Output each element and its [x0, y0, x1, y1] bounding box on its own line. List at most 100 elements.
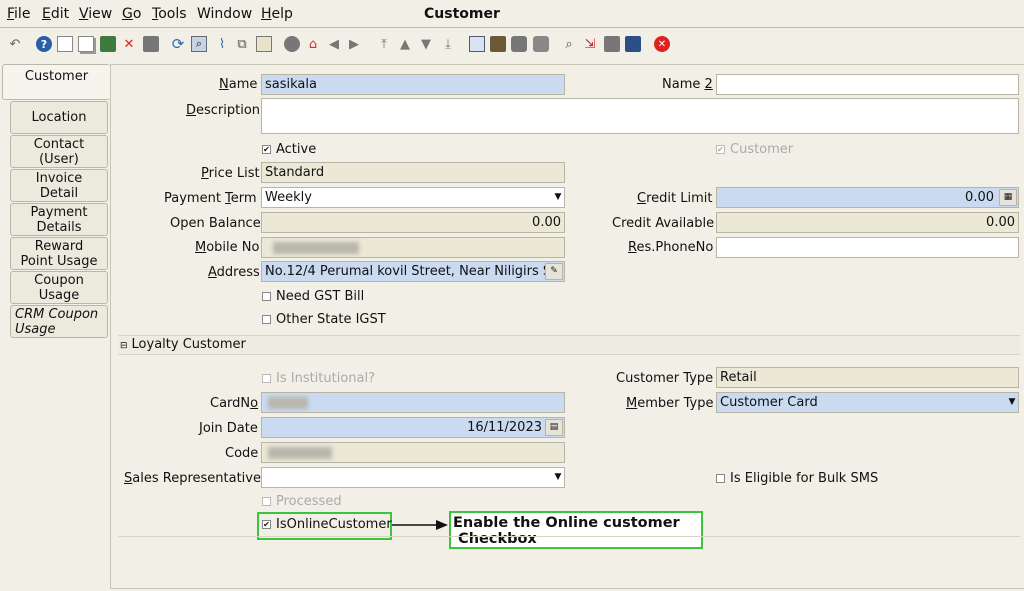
- customer-label: Customer: [730, 142, 794, 157]
- description-field[interactable]: [261, 98, 1019, 134]
- bulk-sms-checkbox[interactable]: Is Eligible for Bulk SMS: [716, 471, 878, 486]
- menu-help[interactable]: Help: [261, 6, 293, 22]
- refresh-icon[interactable]: ⟳: [170, 35, 186, 53]
- chevron-down-icon[interactable]: ▼: [552, 468, 564, 487]
- credit-limit-value: 0.00: [965, 190, 994, 205]
- menu-go[interactable]: Go: [122, 6, 141, 22]
- member-type-select[interactable]: Customer Card ▼: [716, 392, 1019, 413]
- member-type-value: Customer Card: [720, 395, 818, 410]
- report-icon[interactable]: [469, 36, 485, 52]
- customer-type-value: Retail: [720, 370, 757, 385]
- menu-edit[interactable]: Edit: [42, 6, 69, 22]
- credit-limit-field[interactable]: 0.00 ▦: [716, 187, 1019, 208]
- tab-reward-point-usage[interactable]: Reward Point Usage: [10, 237, 108, 270]
- last-icon[interactable]: ⤓: [440, 36, 456, 52]
- redacted-value: [268, 447, 332, 459]
- find-icon[interactable]: ⌕: [191, 36, 207, 52]
- res-phone-field[interactable]: [716, 237, 1019, 258]
- name-field[interactable]: sasikala: [261, 74, 565, 95]
- join-date-field[interactable]: 16/11/2023 ▤: [261, 417, 565, 438]
- delete-icon[interactable]: ✕: [121, 36, 137, 52]
- copy-icon[interactable]: [78, 36, 94, 52]
- chevron-down-icon[interactable]: ▼: [552, 188, 564, 207]
- open-balance-value: 0.00: [532, 215, 561, 230]
- active-checkbox[interactable]: ✔ Active: [262, 142, 316, 157]
- undo-icon[interactable]: ↶: [7, 36, 23, 52]
- first-icon[interactable]: ⤒: [376, 36, 392, 52]
- sales-rep-select[interactable]: ▼: [261, 467, 565, 488]
- checkmark-icon: ✔: [262, 145, 271, 154]
- tab-payment-details[interactable]: Payment Details: [10, 203, 108, 236]
- need-gst-checkbox[interactable]: Need GST Bill: [262, 289, 364, 304]
- new-icon[interactable]: [57, 36, 73, 52]
- back-icon[interactable]: ◀: [326, 36, 342, 52]
- processed-checkbox: Processed: [262, 494, 342, 509]
- address-label: Address: [208, 265, 260, 280]
- redacted-value: [268, 397, 308, 409]
- code-field: [261, 442, 565, 463]
- menu-tools[interactable]: Tools: [152, 6, 187, 22]
- loyalty-section-header[interactable]: ⊟ Loyalty Customer: [118, 335, 1020, 355]
- online-customer-label: IsOnlineCustomer: [276, 517, 392, 532]
- menu-window[interactable]: Window: [197, 6, 252, 22]
- arrow-icon: [392, 520, 448, 530]
- attachment-icon[interactable]: ⌇: [214, 36, 230, 52]
- credit-available-field: 0.00: [716, 212, 1019, 233]
- tab-customer[interactable]: Customer: [2, 64, 110, 100]
- payment-term-select[interactable]: Weekly ▼: [261, 187, 565, 208]
- mobile-field[interactable]: [261, 237, 565, 258]
- parent-icon[interactable]: [284, 36, 300, 52]
- credit-available-value: 0.00: [986, 215, 1015, 230]
- mobile-label: Mobile No: [195, 240, 260, 255]
- exit-icon[interactable]: ✕: [654, 36, 670, 52]
- checkmark-icon: ✔: [262, 520, 271, 529]
- annotation-callout: Enable the Online customer Checkbox: [449, 511, 703, 549]
- institutional-label: Is Institutional?: [276, 371, 376, 386]
- other-state-igst-checkbox[interactable]: Other State IGST: [262, 312, 386, 327]
- customer-type-field: Retail: [716, 367, 1019, 388]
- tab-bar: Customer Location Contact (User) Invoice…: [0, 64, 110, 591]
- help-icon[interactable]: ?: [36, 36, 52, 52]
- section-title: Loyalty Customer: [131, 337, 246, 352]
- name2-field[interactable]: [716, 74, 1019, 95]
- previous-icon[interactable]: ▲: [397, 36, 413, 52]
- save-icon[interactable]: [100, 36, 116, 52]
- customer-type-label: Customer Type: [616, 371, 714, 386]
- workflow-icon[interactable]: ⇲: [582, 36, 598, 52]
- calendar-icon[interactable]: ▤: [545, 419, 563, 436]
- checkbox-icon: [262, 292, 271, 301]
- bulk-sms-label: Is Eligible for Bulk SMS: [730, 471, 879, 486]
- address-field[interactable]: No.12/4 Perumal kovil Street, Near Nilig…: [261, 261, 565, 282]
- online-customer-checkbox[interactable]: ✔ IsOnlineCustomer: [262, 517, 392, 532]
- menu-file[interactable]: File: [7, 6, 30, 22]
- print-preview-icon[interactable]: [533, 36, 549, 52]
- forward-icon[interactable]: ▶: [346, 36, 362, 52]
- tab-label: Payment Details: [30, 204, 88, 235]
- price-list-field: Standard: [261, 162, 565, 183]
- tab-invoice-detail[interactable]: Invoice Detail: [10, 169, 108, 202]
- chevron-down-icon[interactable]: ▼: [1006, 393, 1018, 412]
- history-icon[interactable]: ⧉: [234, 36, 250, 52]
- zoom-across-icon[interactable]: ⌕: [561, 36, 577, 52]
- location-picker-icon[interactable]: ✎: [545, 263, 563, 280]
- cardno-field[interactable]: [261, 392, 565, 413]
- request-icon[interactable]: [604, 36, 620, 52]
- calculator-icon[interactable]: ▦: [999, 189, 1017, 206]
- home-icon[interactable]: ⌂: [305, 36, 321, 52]
- collapse-icon[interactable]: ⊟: [120, 341, 128, 351]
- delete-selection-icon[interactable]: [143, 36, 159, 52]
- archive-icon[interactable]: [490, 36, 506, 52]
- divider: [118, 536, 1020, 537]
- product-info-icon[interactable]: [625, 36, 641, 52]
- active-label: Active: [276, 142, 317, 157]
- next-icon[interactable]: ▼: [418, 36, 434, 52]
- tab-contact[interactable]: Contact (User): [10, 135, 108, 168]
- grid-toggle-icon[interactable]: [256, 36, 272, 52]
- tab-coupon-usage[interactable]: Coupon Usage: [10, 271, 108, 304]
- customer-checkbox: ✔ Customer: [716, 142, 793, 157]
- toolbar: ↶ ? ✕ ⟳ ⌕ ⌇ ⧉ ⌂ ◀ ▶ ⤒ ▲ ▼ ⤓ ⌕ ⇲ ✕: [0, 30, 1024, 60]
- print-icon[interactable]: [511, 36, 527, 52]
- tab-location[interactable]: Location: [10, 101, 108, 134]
- menu-view[interactable]: View: [79, 6, 112, 22]
- tab-crm-coupon-usage[interactable]: CRM Coupon Usage: [10, 305, 108, 338]
